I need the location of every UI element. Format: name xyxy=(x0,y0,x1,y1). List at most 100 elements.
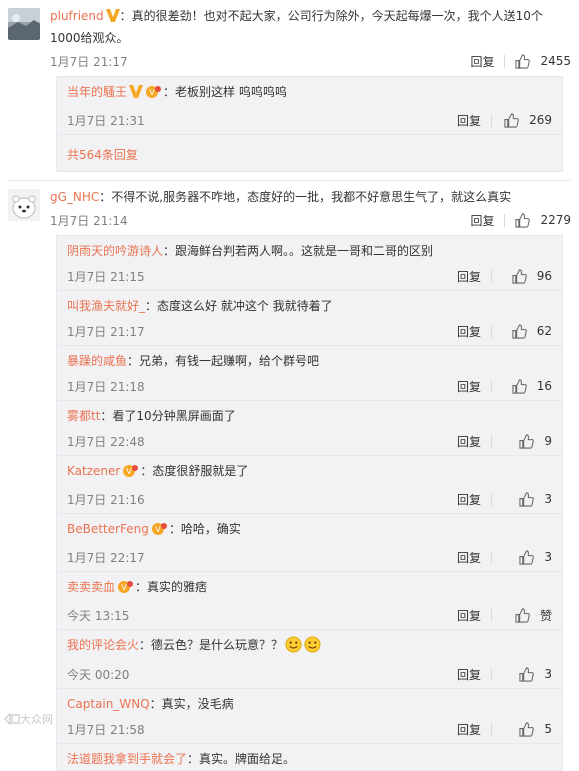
username-link[interactable]: 叫我渔夫就好_ xyxy=(67,299,145,313)
username-link[interactable]: 暴躁的咸鱼 xyxy=(67,354,127,368)
divider xyxy=(504,213,506,227)
like-button[interactable]: 5 xyxy=(502,721,552,737)
like-button[interactable]: 赞 xyxy=(502,607,552,624)
like-button[interactable]: 62 xyxy=(502,323,552,339)
verified-v-icon xyxy=(129,83,144,105)
reply-button[interactable]: 回复 xyxy=(457,323,481,340)
thumbs-up-icon xyxy=(519,491,535,507)
svg-text:V: V xyxy=(149,88,155,97)
reply-text: ：态度这么好 就冲这个 我就待着了 xyxy=(145,299,333,313)
reply-item: 我的评论会火：德云色？是什么玩意？？ 今天 00:20 回复 3 xyxy=(57,630,562,689)
like-count: 3 xyxy=(544,667,552,681)
comment-item: gG_NHC：不得不说,服务器不咋地，态度好的一批，我都不好意思生气了，就这么真… xyxy=(0,181,579,771)
reply-text: ：兄弟，有钱一起赚啊，给个群号吧 xyxy=(127,354,320,368)
reply-button[interactable]: 回复 xyxy=(457,607,481,624)
thumbs-up-icon xyxy=(512,378,527,394)
like-count: 2455 xyxy=(540,54,571,68)
divider xyxy=(491,324,492,338)
reply-time: 1月7日 21:16 xyxy=(67,492,145,507)
reply-button[interactable]: 回复 xyxy=(457,433,481,450)
thumbs-up-icon xyxy=(515,212,531,228)
username-link[interactable]: 卖卖卖血 xyxy=(67,580,115,594)
username-link[interactable]: BeBetterFeng xyxy=(67,522,149,536)
like-count: 269 xyxy=(529,113,552,127)
divider xyxy=(491,722,492,736)
username-link[interactable]: Katzener xyxy=(67,464,120,478)
reply-text: ：老板别这样 呜呜呜呜 xyxy=(163,85,287,99)
reply-item: 暴躁的咸鱼：兄弟，有钱一起赚啊，给个群号吧 1月7日 21:18 回复 16 xyxy=(57,346,562,401)
thumbs-up-icon xyxy=(512,268,527,284)
divider xyxy=(491,113,492,127)
thumbs-up-icon xyxy=(519,721,535,737)
divider xyxy=(504,54,506,68)
more-replies-row: 共564条回复 xyxy=(57,135,562,171)
reply-time: 今天 13:15 xyxy=(67,608,130,623)
username-link[interactable]: plufriend xyxy=(50,9,104,23)
like-button[interactable]: 269 xyxy=(502,112,552,128)
comment-text: ：不得不说,服务器不咋地，态度好的一批，我都不好意思生气了，就这么真实 xyxy=(99,190,512,204)
reply-text: ：真实的雅痞 xyxy=(135,580,208,594)
divider xyxy=(491,608,492,622)
username-link[interactable]: 法道题我拿到手就会了 xyxy=(67,752,187,766)
like-button[interactable]: 3 xyxy=(502,491,552,507)
like-button[interactable]: 16 xyxy=(502,378,552,394)
reply-time: 1月7日 21:18 xyxy=(67,379,145,394)
reply-list: 当年的騷王 V ：老板别这样 呜呜呜呜 1月7日 21:31 回复 269 共564… xyxy=(56,76,563,172)
reply-item: 当年的騷王 V ：老板别这样 呜呜呜呜 1月7日 21:31 回复 269 xyxy=(57,77,562,135)
vip-member-icon: V xyxy=(151,521,167,543)
comment-time: 1月7日 21:14 xyxy=(50,213,128,228)
thumbs-up-icon xyxy=(515,53,531,69)
more-replies-link[interactable]: 共564条回复 xyxy=(67,139,552,171)
like-button[interactable]: 9 xyxy=(502,433,552,449)
reply-text: ：态度很舒服就是了 xyxy=(140,464,249,478)
like-count: 5 xyxy=(544,722,552,736)
username-link[interactable]: 阴雨天的吟游诗人 xyxy=(67,244,163,258)
reply-time: 1月7日 22:17 xyxy=(67,550,145,565)
like-count: 2279 xyxy=(540,213,571,227)
reply-list: 阴雨天的吟游诗人：跟海鲜台判若两人啊。。这就是一哥和二哥的区别 1月7日 21:… xyxy=(56,235,563,771)
like-button[interactable]: 96 xyxy=(502,268,552,284)
thumbs-up-icon xyxy=(519,433,535,449)
reply-button[interactable]: 回复 xyxy=(457,721,481,738)
like-button[interactable]: 3 xyxy=(502,549,552,565)
verified-v-icon xyxy=(105,8,120,28)
avatar[interactable] xyxy=(8,8,40,40)
divider xyxy=(491,667,492,681)
reply-time: 今天 00:20 xyxy=(67,667,130,682)
username-link[interactable]: 我的评论会火 xyxy=(67,638,139,652)
reply-item: Captain_WNQ：真实，没毛病 1月7日 21:58 回复 5 xyxy=(57,689,562,744)
reply-button[interactable]: 回复 xyxy=(457,491,481,508)
reply-button[interactable]: 回复 xyxy=(457,112,481,129)
reply-button[interactable]: 回复 xyxy=(457,378,481,395)
like-button[interactable]: 2455 xyxy=(515,53,571,69)
watermark: 大众网 xyxy=(4,711,53,727)
smile-emoji-icon xyxy=(304,636,321,660)
like-button[interactable]: 3 xyxy=(502,666,552,682)
username-link[interactable]: gG_NHC xyxy=(50,190,99,204)
svg-text:V: V xyxy=(127,467,133,476)
like-button[interactable]: 2279 xyxy=(515,212,571,228)
vip-member-icon: V xyxy=(117,579,134,601)
reply-button[interactable]: 回复 xyxy=(457,666,481,683)
comment-item: plufriend ：真的很差劲！也对不起大家，公司行为除外，今天起每爆一次，我个… xyxy=(0,0,579,172)
reply-time: 1月7日 21:15 xyxy=(67,269,145,284)
reply-time: 1月7日 21:58 xyxy=(67,722,145,737)
reply-button[interactable]: 回复 xyxy=(470,212,494,229)
reply-time: 1月7日 22:48 xyxy=(67,434,145,449)
reply-item: Katzener V ：态度很舒服就是了 1月7日 21:16 回复 3 xyxy=(57,456,562,514)
svg-text:V: V xyxy=(121,583,127,592)
reply-button[interactable]: 回复 xyxy=(470,53,494,70)
username-link[interactable]: 雾都tt xyxy=(67,409,100,423)
comment-time: 1月7日 21:17 xyxy=(50,54,128,69)
reply-button[interactable]: 回复 xyxy=(457,549,481,566)
username-link[interactable]: 当年的騷王 xyxy=(67,85,127,99)
avatar[interactable] xyxy=(8,189,40,221)
watermark-text: 大众网 xyxy=(20,713,53,726)
like-count: 96 xyxy=(536,269,552,283)
thumbs-up-icon xyxy=(519,666,535,682)
reply-time: 1月7日 21:17 xyxy=(67,324,145,339)
username-link[interactable]: Captain_WNQ xyxy=(67,697,150,711)
reply-text: ：德云色？是什么玩意？？ xyxy=(139,638,284,652)
reply-button[interactable]: 回复 xyxy=(457,268,481,285)
thumbs-up-icon xyxy=(512,323,527,339)
